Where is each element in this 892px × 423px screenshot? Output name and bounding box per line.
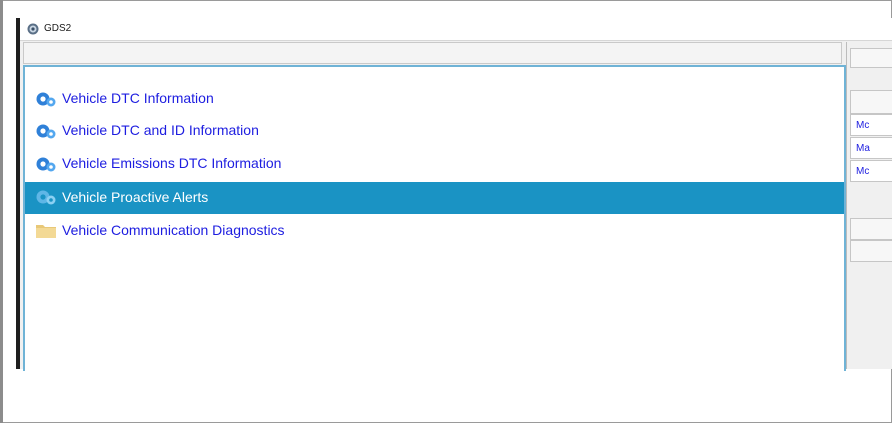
right-panel-header: [850, 48, 892, 68]
list-header: [23, 42, 842, 64]
right-panel-button[interactable]: [850, 218, 892, 240]
gear-icon: [36, 157, 56, 172]
gear-icon: [36, 92, 56, 107]
list-item-label: Vehicle Communication Diagnostics: [62, 222, 285, 238]
right-panel-cell[interactable]: Ma: [850, 137, 892, 159]
list-item-label: Vehicle DTC and ID Information: [62, 122, 259, 138]
right-panel-cell[interactable]: Mc: [850, 160, 892, 182]
right-panel-button[interactable]: [850, 240, 892, 262]
list-item-label: Vehicle Proactive Alerts: [62, 189, 209, 205]
list-item-label: Vehicle Emissions DTC Information: [62, 155, 282, 171]
left-edge-bar: [0, 0, 3, 423]
gds2-app-icon: [27, 23, 39, 35]
list-item-vehicle-proactive-alerts[interactable]: Vehicle Proactive Alerts: [25, 182, 844, 214]
list-item-label: Vehicle DTC Information: [62, 90, 214, 106]
window-title: GDS2: [44, 23, 72, 34]
right-panel-cell[interactable]: Mc: [850, 114, 892, 136]
right-side-panel: Mc Ma Mc: [846, 42, 892, 369]
gear-icon: [36, 124, 56, 139]
list-item-vehicle-dtc-information[interactable]: Vehicle DTC Information: [25, 84, 844, 114]
list-item-vehicle-communication-diagnostics[interactable]: Vehicle Communication Diagnostics: [25, 216, 844, 246]
right-panel-button[interactable]: [850, 90, 892, 114]
folder-icon: [36, 225, 56, 238]
gear-icon: [36, 190, 56, 205]
title-bar[interactable]: GDS2: [20, 18, 892, 41]
list-item-vehicle-dtc-and-id-information[interactable]: Vehicle DTC and ID Information: [25, 116, 844, 146]
function-list[interactable]: Vehicle DTC Information Vehicle DTC and …: [23, 65, 846, 371]
app-window: GDS2 Vehicle DTC Information Vehicle DTC…: [20, 18, 892, 371]
list-item-vehicle-emissions-dtc-information[interactable]: Vehicle Emissions DTC Information: [25, 149, 844, 179]
